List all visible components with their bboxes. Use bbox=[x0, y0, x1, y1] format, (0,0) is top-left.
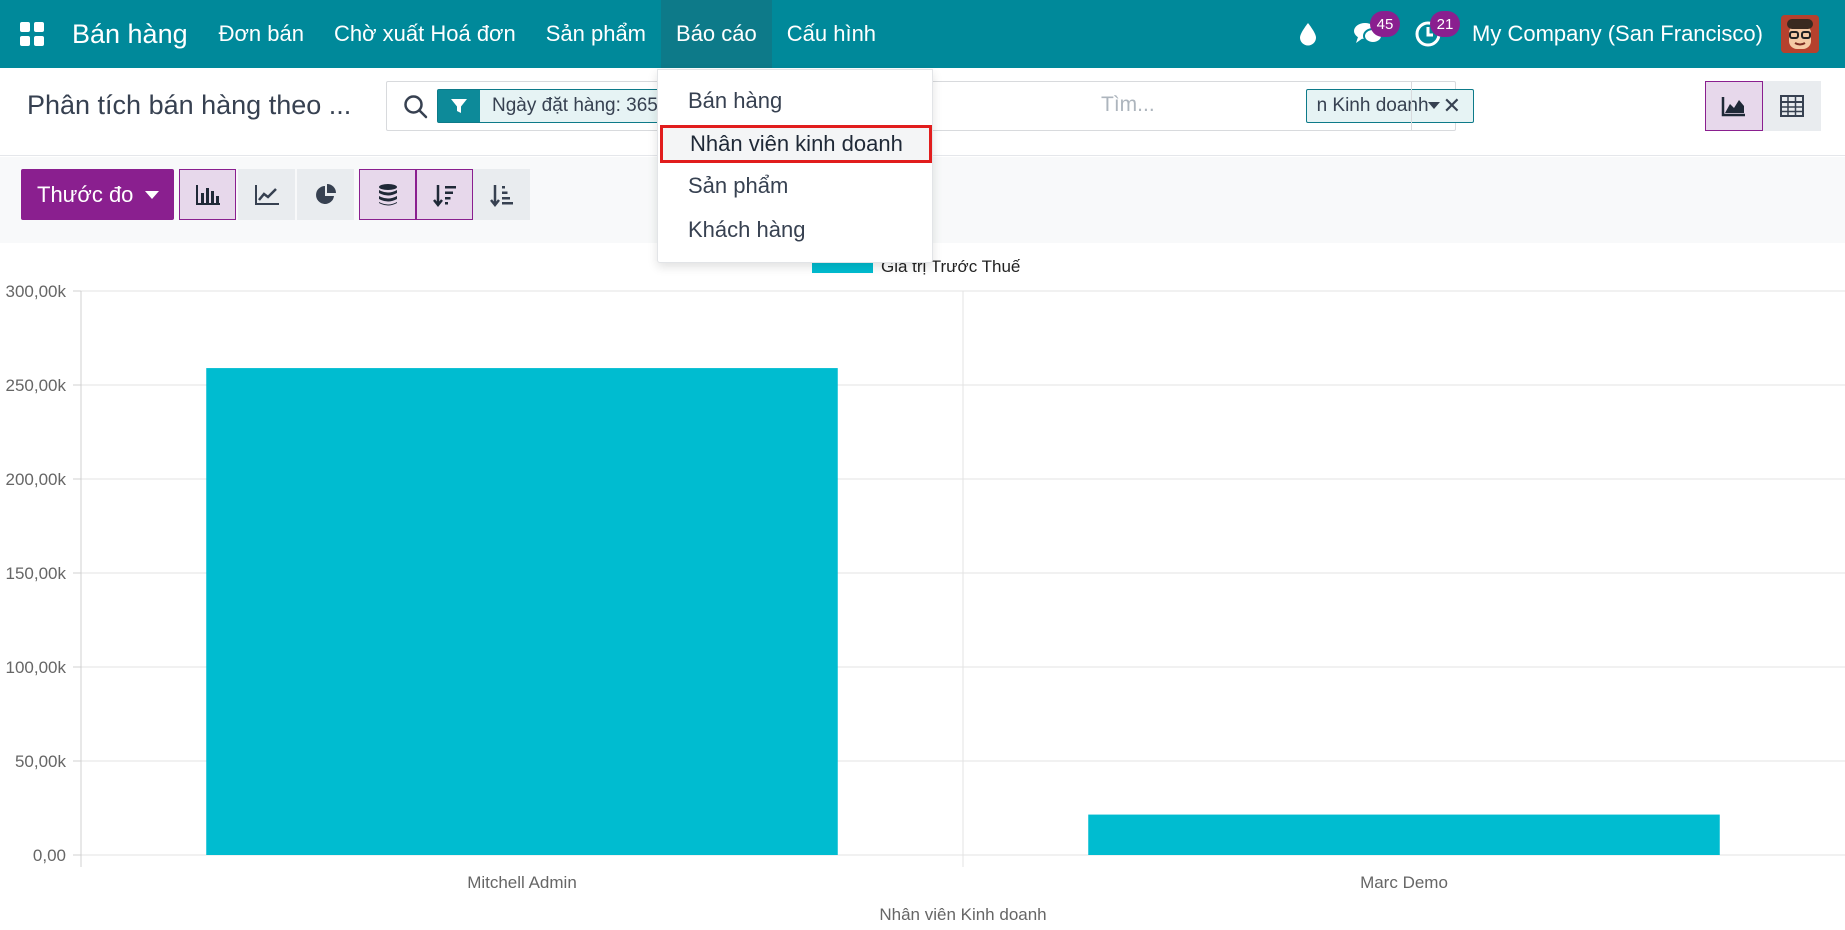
search-options-toggle[interactable] bbox=[1411, 82, 1455, 130]
y-tick-label: 300,00k bbox=[6, 282, 67, 301]
filter-facet-value: Ngày đặt hàng: 365 bbox=[492, 95, 658, 116]
graph-chart: 0,00 50,00k 100,00k 150,00k 200,00k 250,00k 30… bbox=[0, 243, 1845, 930]
filter-icon bbox=[438, 90, 480, 122]
table-icon bbox=[1780, 95, 1804, 117]
caret-down-icon bbox=[145, 190, 160, 199]
area-chart-icon bbox=[1721, 97, 1745, 117]
sort-ascending-button[interactable] bbox=[473, 169, 530, 220]
search-input[interactable]: Tìm... bbox=[1101, 93, 1155, 117]
menu-reporting[interactable]: Báo cáo bbox=[661, 0, 772, 68]
caret-down-icon bbox=[1427, 102, 1440, 109]
stacked-button[interactable] bbox=[359, 169, 416, 220]
activities-icon[interactable]: 21 bbox=[1398, 0, 1461, 68]
y-tick-label: 0,00 bbox=[33, 846, 66, 865]
app-menu-icon[interactable] bbox=[0, 0, 64, 68]
top-navbar: Bán hàng Đơn bán Chờ xuất Hoá đơn Sản ph… bbox=[0, 0, 1845, 68]
menu-products[interactable]: Sản phẩm bbox=[531, 0, 661, 68]
drop-icon[interactable] bbox=[1278, 0, 1338, 68]
bar-chart-button[interactable] bbox=[179, 169, 236, 220]
reporting-dropdown: Bán hàng Nhân viên kinh doanh Sản phẩm K… bbox=[657, 69, 933, 263]
sort-ascending-icon bbox=[489, 184, 513, 207]
x-tick-label: Marc Demo bbox=[1360, 873, 1448, 892]
dropdown-item-customers[interactable]: Khách hàng bbox=[658, 211, 934, 249]
bar bbox=[1088, 814, 1720, 855]
y-tick-label: 100,00k bbox=[6, 658, 67, 677]
groupby-facet-wrap: n Kinh doanh ✕ bbox=[907, 89, 1474, 123]
bar-chart-icon bbox=[195, 184, 220, 205]
menu-orders[interactable]: Đơn bán bbox=[204, 0, 319, 68]
graph-view-button[interactable] bbox=[1705, 81, 1763, 131]
y-tick-label: 150,00k bbox=[6, 564, 67, 583]
bar-chart: 0,00 50,00k 100,00k 150,00k 200,00k 250,00k 30… bbox=[6, 255, 1845, 924]
menu-to-invoice[interactable]: Chờ xuất Hoá đơn bbox=[319, 0, 531, 68]
database-icon bbox=[378, 183, 397, 205]
y-tick-label: 50,00k bbox=[15, 752, 67, 771]
messages-badge: 45 bbox=[1370, 11, 1401, 37]
pie-chart-icon bbox=[315, 183, 336, 204]
messages-icon[interactable]: 45 bbox=[1338, 0, 1401, 68]
company-switcher[interactable]: My Company (San Francisco) bbox=[1458, 21, 1781, 47]
y-tick-label: 200,00k bbox=[6, 470, 67, 489]
measures-button[interactable]: Thước đo bbox=[21, 169, 174, 220]
dropdown-item-salespeople[interactable]: Nhân viên kinh doanh bbox=[660, 125, 932, 163]
pie-chart-button[interactable] bbox=[297, 169, 354, 220]
sort-descending-button[interactable] bbox=[416, 169, 473, 220]
user-avatar[interactable] bbox=[1781, 15, 1819, 53]
sort-descending-icon bbox=[432, 184, 456, 207]
page-title: Phân tích bán hàng theo ... bbox=[27, 90, 352, 120]
view-switcher bbox=[1705, 81, 1821, 131]
menu-configuration[interactable]: Cấu hình bbox=[772, 0, 891, 68]
dropdown-item-products[interactable]: Sản phẩm bbox=[658, 167, 934, 205]
bar bbox=[206, 368, 838, 855]
filter-facet[interactable]: Ngày đặt hàng: 365 bbox=[437, 89, 671, 123]
pivot-view-button[interactable] bbox=[1763, 81, 1821, 131]
y-tick-label: 250,00k bbox=[6, 376, 67, 395]
dropdown-item-sales[interactable]: Bán hàng bbox=[658, 82, 934, 120]
search-icon[interactable] bbox=[403, 94, 429, 120]
x-axis-label: Nhân viên Kinh doanh bbox=[879, 905, 1046, 924]
line-chart-icon bbox=[254, 184, 279, 205]
activities-badge: 21 bbox=[1430, 11, 1461, 37]
line-chart-button[interactable] bbox=[238, 169, 295, 220]
measures-label: Thước đo bbox=[37, 181, 134, 207]
x-tick-label: Mitchell Admin bbox=[467, 873, 577, 892]
app-brand[interactable]: Bán hàng bbox=[64, 19, 204, 50]
